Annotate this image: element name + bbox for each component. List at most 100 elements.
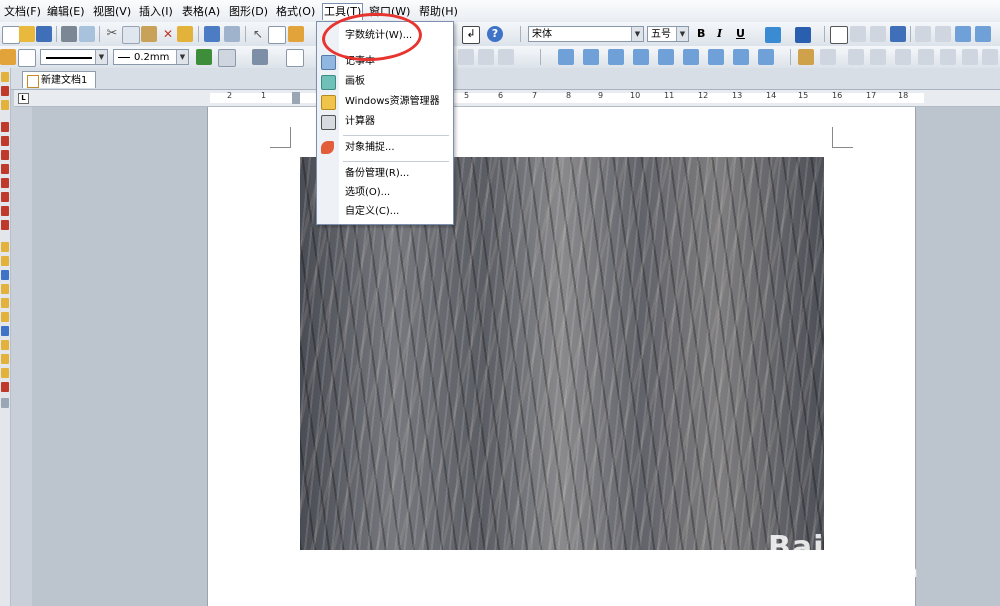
justify-icon[interactable] (890, 26, 906, 42)
insert-row-icon[interactable] (498, 49, 514, 65)
arrange-6-icon[interactable] (962, 49, 978, 65)
format-painter-icon[interactable] (177, 26, 193, 42)
menu-table[interactable]: 表格(A) (181, 4, 221, 19)
print-preview-icon[interactable] (79, 26, 95, 42)
tool-icon-19[interactable] (1, 340, 9, 350)
menu-graphics[interactable]: 图形(D) (228, 4, 269, 19)
tool-icon-21[interactable] (1, 368, 9, 378)
line-width-select[interactable]: 0.2mm ▼ (113, 49, 189, 65)
shape-icon[interactable] (18, 49, 36, 67)
menu-item-paint[interactable]: 画板 (317, 72, 453, 92)
table-tool-1-icon[interactable] (558, 49, 574, 65)
arrange-7-icon[interactable] (982, 49, 998, 65)
pen-color-icon[interactable] (196, 49, 212, 65)
menu-item-explorer[interactable]: Windows资源管理器 (317, 92, 453, 112)
arrange-3-icon[interactable] (895, 49, 911, 65)
menu-item-calculator[interactable]: 计算器 (317, 112, 453, 132)
indent-icon[interactable] (975, 26, 991, 42)
highlight-color-icon[interactable] (765, 27, 781, 43)
tool-icon-13[interactable] (1, 256, 9, 266)
font-size-select[interactable]: 五号 ▼ (647, 26, 689, 42)
tool-icon-12[interactable] (1, 242, 9, 252)
tool-icon-18[interactable] (1, 326, 9, 336)
tool-icon-15[interactable] (1, 284, 9, 294)
tool-icon-9[interactable] (1, 192, 9, 202)
menu-document[interactable]: 文档(F) (3, 4, 42, 19)
font-name-select[interactable]: 宋体 ▼ (528, 26, 644, 42)
menu-format[interactable]: 格式(O) (275, 4, 316, 19)
tool-icon-7[interactable] (1, 164, 9, 174)
align-center-icon[interactable] (850, 26, 866, 42)
fill-bucket-icon[interactable] (252, 49, 268, 65)
help-icon[interactable]: ? (487, 26, 503, 42)
insert-symbol-icon[interactable]: ↲ (462, 26, 480, 44)
menu-help[interactable]: 帮助(H) (418, 4, 459, 19)
indent-marker-icon[interactable] (292, 92, 300, 104)
tool-icon-23[interactable] (1, 398, 9, 408)
menu-insert[interactable]: 插入(I) (138, 4, 174, 19)
image-tool-icon[interactable] (798, 49, 814, 65)
horizontal-ruler[interactable]: L 2 1 1 2 3 4 5 6 7 8 9 10 11 12 13 14 1… (14, 90, 1000, 107)
table-tool-5-icon[interactable] (658, 49, 674, 65)
redo-icon[interactable] (224, 26, 240, 42)
font-color-icon[interactable] (795, 27, 811, 43)
arrange-1-icon[interactable] (848, 49, 864, 65)
print-icon[interactable] (61, 26, 77, 42)
table-tool-6-icon[interactable] (683, 49, 699, 65)
menu-item-options[interactable]: 选项(O)... (317, 183, 453, 203)
layer-icon[interactable] (820, 49, 836, 65)
select-arrow-icon[interactable]: ↖ (250, 26, 266, 42)
menu-edit[interactable]: 编辑(E) (46, 4, 86, 19)
arrange-5-icon[interactable] (940, 49, 956, 65)
delete-icon[interactable]: ✕ (160, 26, 176, 42)
tool-icon-11[interactable] (1, 220, 9, 230)
tool-icon-16[interactable] (1, 298, 9, 308)
table-tool-8-icon[interactable] (733, 49, 749, 65)
copy-icon[interactable] (122, 26, 140, 44)
arrange-2-icon[interactable] (870, 49, 886, 65)
cut-icon[interactable]: ✂ (104, 26, 120, 42)
chevron-down-icon[interactable]: ▼ (676, 27, 688, 41)
tool-icon-1[interactable] (1, 72, 9, 82)
hand-icon[interactable] (288, 26, 304, 42)
menu-view[interactable]: 视图(V) (92, 4, 132, 19)
insert-table-icon[interactable] (458, 49, 474, 65)
tool-icon-20[interactable] (1, 354, 9, 364)
bullets-icon[interactable] (915, 26, 931, 42)
tool-icon-10[interactable] (1, 206, 9, 216)
open-folder-icon[interactable] (19, 26, 35, 42)
tool-icon-2[interactable] (1, 86, 9, 96)
menu-item-backup[interactable]: 备份管理(R)... (317, 164, 453, 184)
paste-icon[interactable] (141, 26, 157, 42)
chevron-down-icon[interactable]: ▼ (631, 27, 643, 41)
underline-button[interactable]: U (736, 27, 745, 40)
align-left-icon[interactable] (830, 26, 848, 44)
undo-icon[interactable] (204, 26, 220, 42)
menu-item-customize[interactable]: 自定义(C)... (317, 202, 453, 222)
tool-icon-5[interactable] (1, 136, 9, 146)
table-tool-3-icon[interactable] (608, 49, 624, 65)
tool-icon-17[interactable] (1, 312, 9, 322)
tool-icon-6[interactable] (1, 150, 9, 160)
table-tool-7-icon[interactable] (708, 49, 724, 65)
table-tool-4-icon[interactable] (633, 49, 649, 65)
tool-icon-3[interactable] (1, 100, 9, 110)
insert-column-icon[interactable] (478, 49, 494, 65)
border-icon[interactable] (218, 49, 236, 67)
align-right-icon[interactable] (870, 26, 886, 42)
tool-icon-14[interactable] (1, 270, 9, 280)
frame-icon[interactable] (286, 49, 304, 67)
grid-icon[interactable] (268, 26, 286, 44)
table-tool-2-icon[interactable] (583, 49, 599, 65)
arrange-4-icon[interactable] (918, 49, 934, 65)
tool-icon-4[interactable] (1, 122, 9, 132)
chevron-down-icon[interactable]: ▼ (95, 50, 107, 64)
line-style-select[interactable]: ▼ (40, 49, 108, 65)
tool-icon-22[interactable] (1, 382, 9, 392)
table-tool-9-icon[interactable] (758, 49, 774, 65)
italic-button[interactable]: I (717, 27, 722, 40)
new-document-icon[interactable] (2, 26, 20, 44)
save-icon[interactable] (36, 26, 52, 42)
tool-icon-8[interactable] (1, 178, 9, 188)
menu-item-object-snap[interactable]: 对象捕捉... (317, 138, 453, 158)
